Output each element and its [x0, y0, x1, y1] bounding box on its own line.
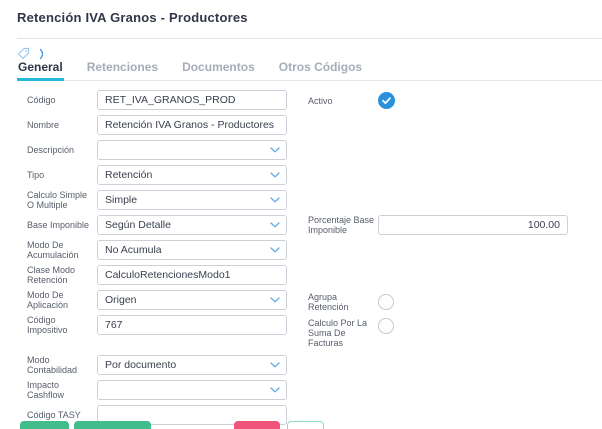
- activo-field: Activo: [308, 92, 395, 109]
- modo-contabilidad-select[interactable]: Por documento: [97, 355, 287, 375]
- footer-button-3[interactable]: [234, 421, 280, 429]
- page-title: Retención IVA Granos - Productores: [17, 10, 248, 25]
- field-label: Tipo: [27, 170, 95, 180]
- selected-value: Origen: [105, 294, 137, 306]
- field-label: Descripción: [27, 145, 95, 155]
- tipo-select[interactable]: Retención: [97, 165, 287, 185]
- codigo-input[interactable]: [97, 90, 287, 110]
- clase-modo-retencion-row: Clase Modo Retención: [27, 265, 602, 285]
- field-label: Clase Modo Retención: [27, 265, 95, 285]
- modo-de-acumulacion-select[interactable]: No Acumula: [97, 240, 287, 260]
- calculo-simple-o-multiple-select[interactable]: Simple: [97, 190, 287, 210]
- tab-retenciones[interactable]: Retenciones: [86, 57, 159, 81]
- calculo-suma-facturas-toggle[interactable]: [378, 318, 394, 334]
- field-label: Calculo Por La Suma De Facturas: [308, 318, 376, 348]
- dropdown-chevron-icon: [270, 387, 280, 393]
- nombre-row: Nombre: [27, 115, 602, 135]
- general-form: Código Nombre Descripción Tipo Retención Calc…: [27, 90, 602, 429]
- selected-value: No Acumula: [105, 244, 162, 256]
- modo-contabilidad-row: Modo Contabilidad Por documento: [27, 355, 602, 375]
- agrupa-retencion-toggle[interactable]: [378, 294, 394, 310]
- descripcion-select[interactable]: [97, 140, 287, 160]
- activo-checkbox-checked-icon[interactable]: [378, 92, 395, 109]
- selected-value: Según Detalle: [105, 219, 171, 231]
- agrupa-retencion-field: Agrupa Retención: [308, 292, 394, 312]
- dropdown-chevron-icon: [270, 222, 280, 228]
- descripcion-row: Descripción: [27, 140, 602, 160]
- field-label: Código Impositivo: [27, 315, 95, 335]
- field-label: Porcentaje Base Imponible: [308, 215, 376, 235]
- form-left-column: Código Nombre Descripción Tipo Retención Calc…: [27, 90, 602, 425]
- dropdown-chevron-icon: [270, 362, 280, 368]
- field-label: Modo De Acumulación: [27, 240, 95, 260]
- calculo-simple-o-multiple-row: Calculo Simple O Multiple Simple: [27, 190, 602, 210]
- field-label: Código TASY: [27, 410, 95, 420]
- tab-general[interactable]: General: [17, 57, 64, 81]
- porcentaje-base-imponible-input[interactable]: [378, 215, 568, 235]
- footer-button-4[interactable]: [287, 421, 324, 429]
- selected-value: Retención: [105, 169, 152, 181]
- dropdown-chevron-icon: [270, 247, 280, 253]
- field-label: Base Imponible: [27, 220, 95, 230]
- field-label: Nombre: [27, 120, 95, 130]
- tab-otros-codigos[interactable]: Otros Códigos: [278, 57, 363, 81]
- tipo-row: Tipo Retención: [27, 165, 602, 185]
- field-label: Modo Contabilidad: [27, 355, 95, 375]
- nombre-input[interactable]: [97, 115, 287, 135]
- field-label: Calculo Simple O Multiple: [27, 190, 95, 210]
- field-label: Modo De Aplicación: [27, 290, 95, 310]
- footer-button-2[interactable]: [74, 421, 151, 429]
- footer-actions: [20, 421, 324, 429]
- title-divider: [17, 38, 602, 39]
- porcentaje-base-imponible-field: Porcentaje Base Imponible: [308, 215, 568, 235]
- field-label: Agrupa Retención: [308, 292, 376, 312]
- base-imponible-select[interactable]: Según Detalle: [97, 215, 287, 235]
- impacto-cashflow-row: Impacto Cashflow: [27, 380, 602, 400]
- tab-bar: General Retenciones Documentos Otros Cód…: [17, 57, 602, 81]
- modo-de-aplicacion-select[interactable]: Origen: [97, 290, 287, 310]
- impacto-cashflow-select[interactable]: [97, 380, 287, 400]
- dropdown-chevron-icon: [270, 172, 280, 178]
- selected-value: Simple: [105, 194, 137, 206]
- field-label: Impacto Cashflow: [27, 380, 95, 400]
- codigo-impositivo-input[interactable]: [97, 315, 287, 335]
- clase-modo-retencion-input[interactable]: [97, 265, 287, 285]
- tab-documentos[interactable]: Documentos: [181, 57, 256, 81]
- field-label: Activo: [308, 96, 376, 106]
- dropdown-chevron-icon: [270, 297, 280, 303]
- selected-value: Por documento: [105, 359, 176, 371]
- footer-button-1[interactable]: [20, 421, 69, 429]
- dropdown-chevron-icon: [270, 197, 280, 203]
- dropdown-chevron-icon: [270, 147, 280, 153]
- retention-config-page: Retención IVA Granos - Productores Gener…: [0, 0, 602, 429]
- field-label: Código: [27, 95, 95, 105]
- calculo-suma-facturas-field: Calculo Por La Suma De Facturas: [308, 318, 394, 348]
- modo-de-acumulacion-row: Modo De Acumulación No Acumula: [27, 240, 602, 260]
